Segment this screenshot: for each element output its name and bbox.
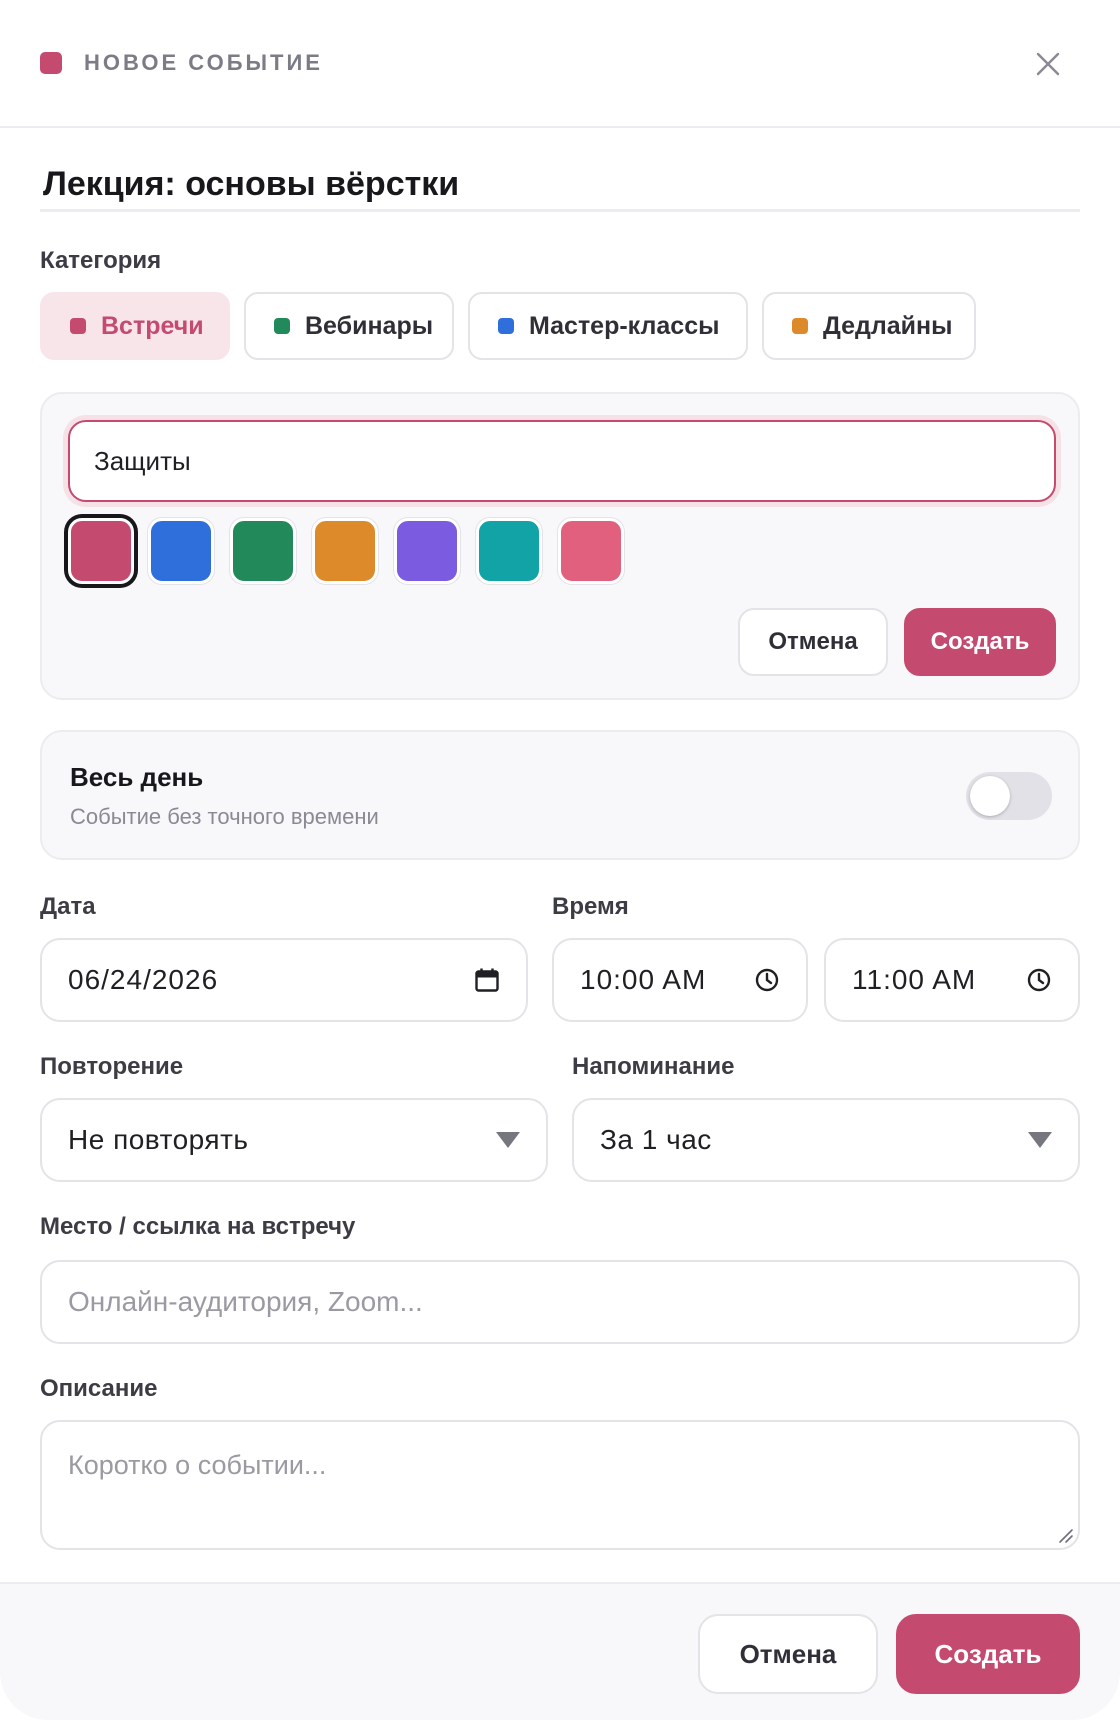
repeat-value: Не повторять [68,1124,249,1155]
category-dot [498,318,514,334]
modal-header: НОВОЕ СОБЫТИЕ [0,0,1120,128]
cancel-button[interactable]: Отмена [698,1614,878,1694]
category-chip-deadlines[interactable]: Дедлайны [762,292,976,360]
category-chip-webinars[interactable]: Вебинары [244,292,454,360]
end-time-value: 11:00 AM [852,964,977,995]
start-time-value: 10:00 AM [580,964,707,995]
category-dot [792,318,808,334]
panel-create-button[interactable]: Создать [904,608,1056,676]
repeat-select[interactable]: Не повторять [40,1098,548,1182]
time-label: Время [552,893,629,920]
location-label: Место / ссылка на встречу [40,1213,356,1240]
clock-icon[interactable] [754,967,780,993]
date-field[interactable]: 06/24/2026 [40,938,528,1022]
location-input[interactable]: Онлайн-аудитория, Zoom... [40,1260,1080,1344]
category-chip-masterclasses[interactable]: Мастер-классы [468,292,748,360]
event-title-input[interactable] [40,160,1080,212]
chevron-down-icon [496,1132,520,1148]
location-placeholder: Онлайн-аудитория, Zoom... [68,1286,423,1317]
reminder-value: За 1 час [600,1124,712,1155]
category-name-input[interactable] [68,420,1056,502]
reminder-select[interactable]: За 1 час [572,1098,1080,1182]
category-color-square [40,52,62,74]
new-category-panel: Отмена Создать [40,392,1080,700]
category-chip-label: Мастер-классы [529,311,720,340]
modal-title: НОВОЕ СОБЫТИЕ [84,50,323,75]
category-dot [70,318,86,334]
toggle-knob [970,776,1010,816]
reminder-label: Напоминание [572,1053,735,1080]
category-chip-label: Встречи [101,311,204,340]
panel-cancel-button[interactable]: Отмена [738,608,888,676]
all-day-subtitle: Событие без точного времени [70,804,379,829]
modal-footer: Отмена Создать [0,1582,1120,1720]
swatch-orange[interactable] [312,518,378,584]
swatch-purple[interactable] [394,518,460,584]
swatch-green[interactable] [230,518,296,584]
swatch-teal[interactable] [476,518,542,584]
all-day-title: Весь день [70,762,204,792]
category-chips: Встречи Вебинары Мастер-классы Дедлайны [40,292,976,360]
swatch-pink[interactable] [558,518,624,584]
all-day-toggle[interactable] [966,772,1052,820]
chevron-down-icon [1028,1132,1052,1148]
description-placeholder: Коротко о событии... [68,1450,327,1480]
calendar-icon[interactable] [474,967,500,993]
close-button[interactable] [1028,44,1068,84]
close-icon [1036,52,1060,76]
date-value: 06/24/2026 [68,964,219,995]
category-chip-label: Дедлайны [823,311,953,340]
new-event-modal: НОВОЕ СОБЫТИЕ Категория Встречи Вебинары… [0,0,1120,1720]
clock-icon[interactable] [1026,967,1052,993]
date-label: Дата [40,893,96,920]
all-day-card: Весь день Событие без точного времени [40,730,1080,860]
category-dot [274,318,290,334]
category-chip-meetings[interactable]: Встречи [40,292,230,360]
category-chip-label: Вебинары [305,311,434,340]
start-time-field[interactable]: 10:00 AM [552,938,808,1022]
end-time-field[interactable]: 11:00 AM [824,938,1080,1022]
create-button[interactable]: Создать [896,1614,1080,1694]
description-textarea[interactable]: Коротко о событии... [40,1420,1080,1550]
repeat-label: Повторение [40,1053,184,1080]
category-label: Категория [40,247,162,274]
description-label: Описание [40,1375,158,1402]
swatch-crimson[interactable] [68,518,134,584]
swatch-blue[interactable] [148,518,214,584]
resize-grip-icon[interactable] [1056,1526,1074,1544]
